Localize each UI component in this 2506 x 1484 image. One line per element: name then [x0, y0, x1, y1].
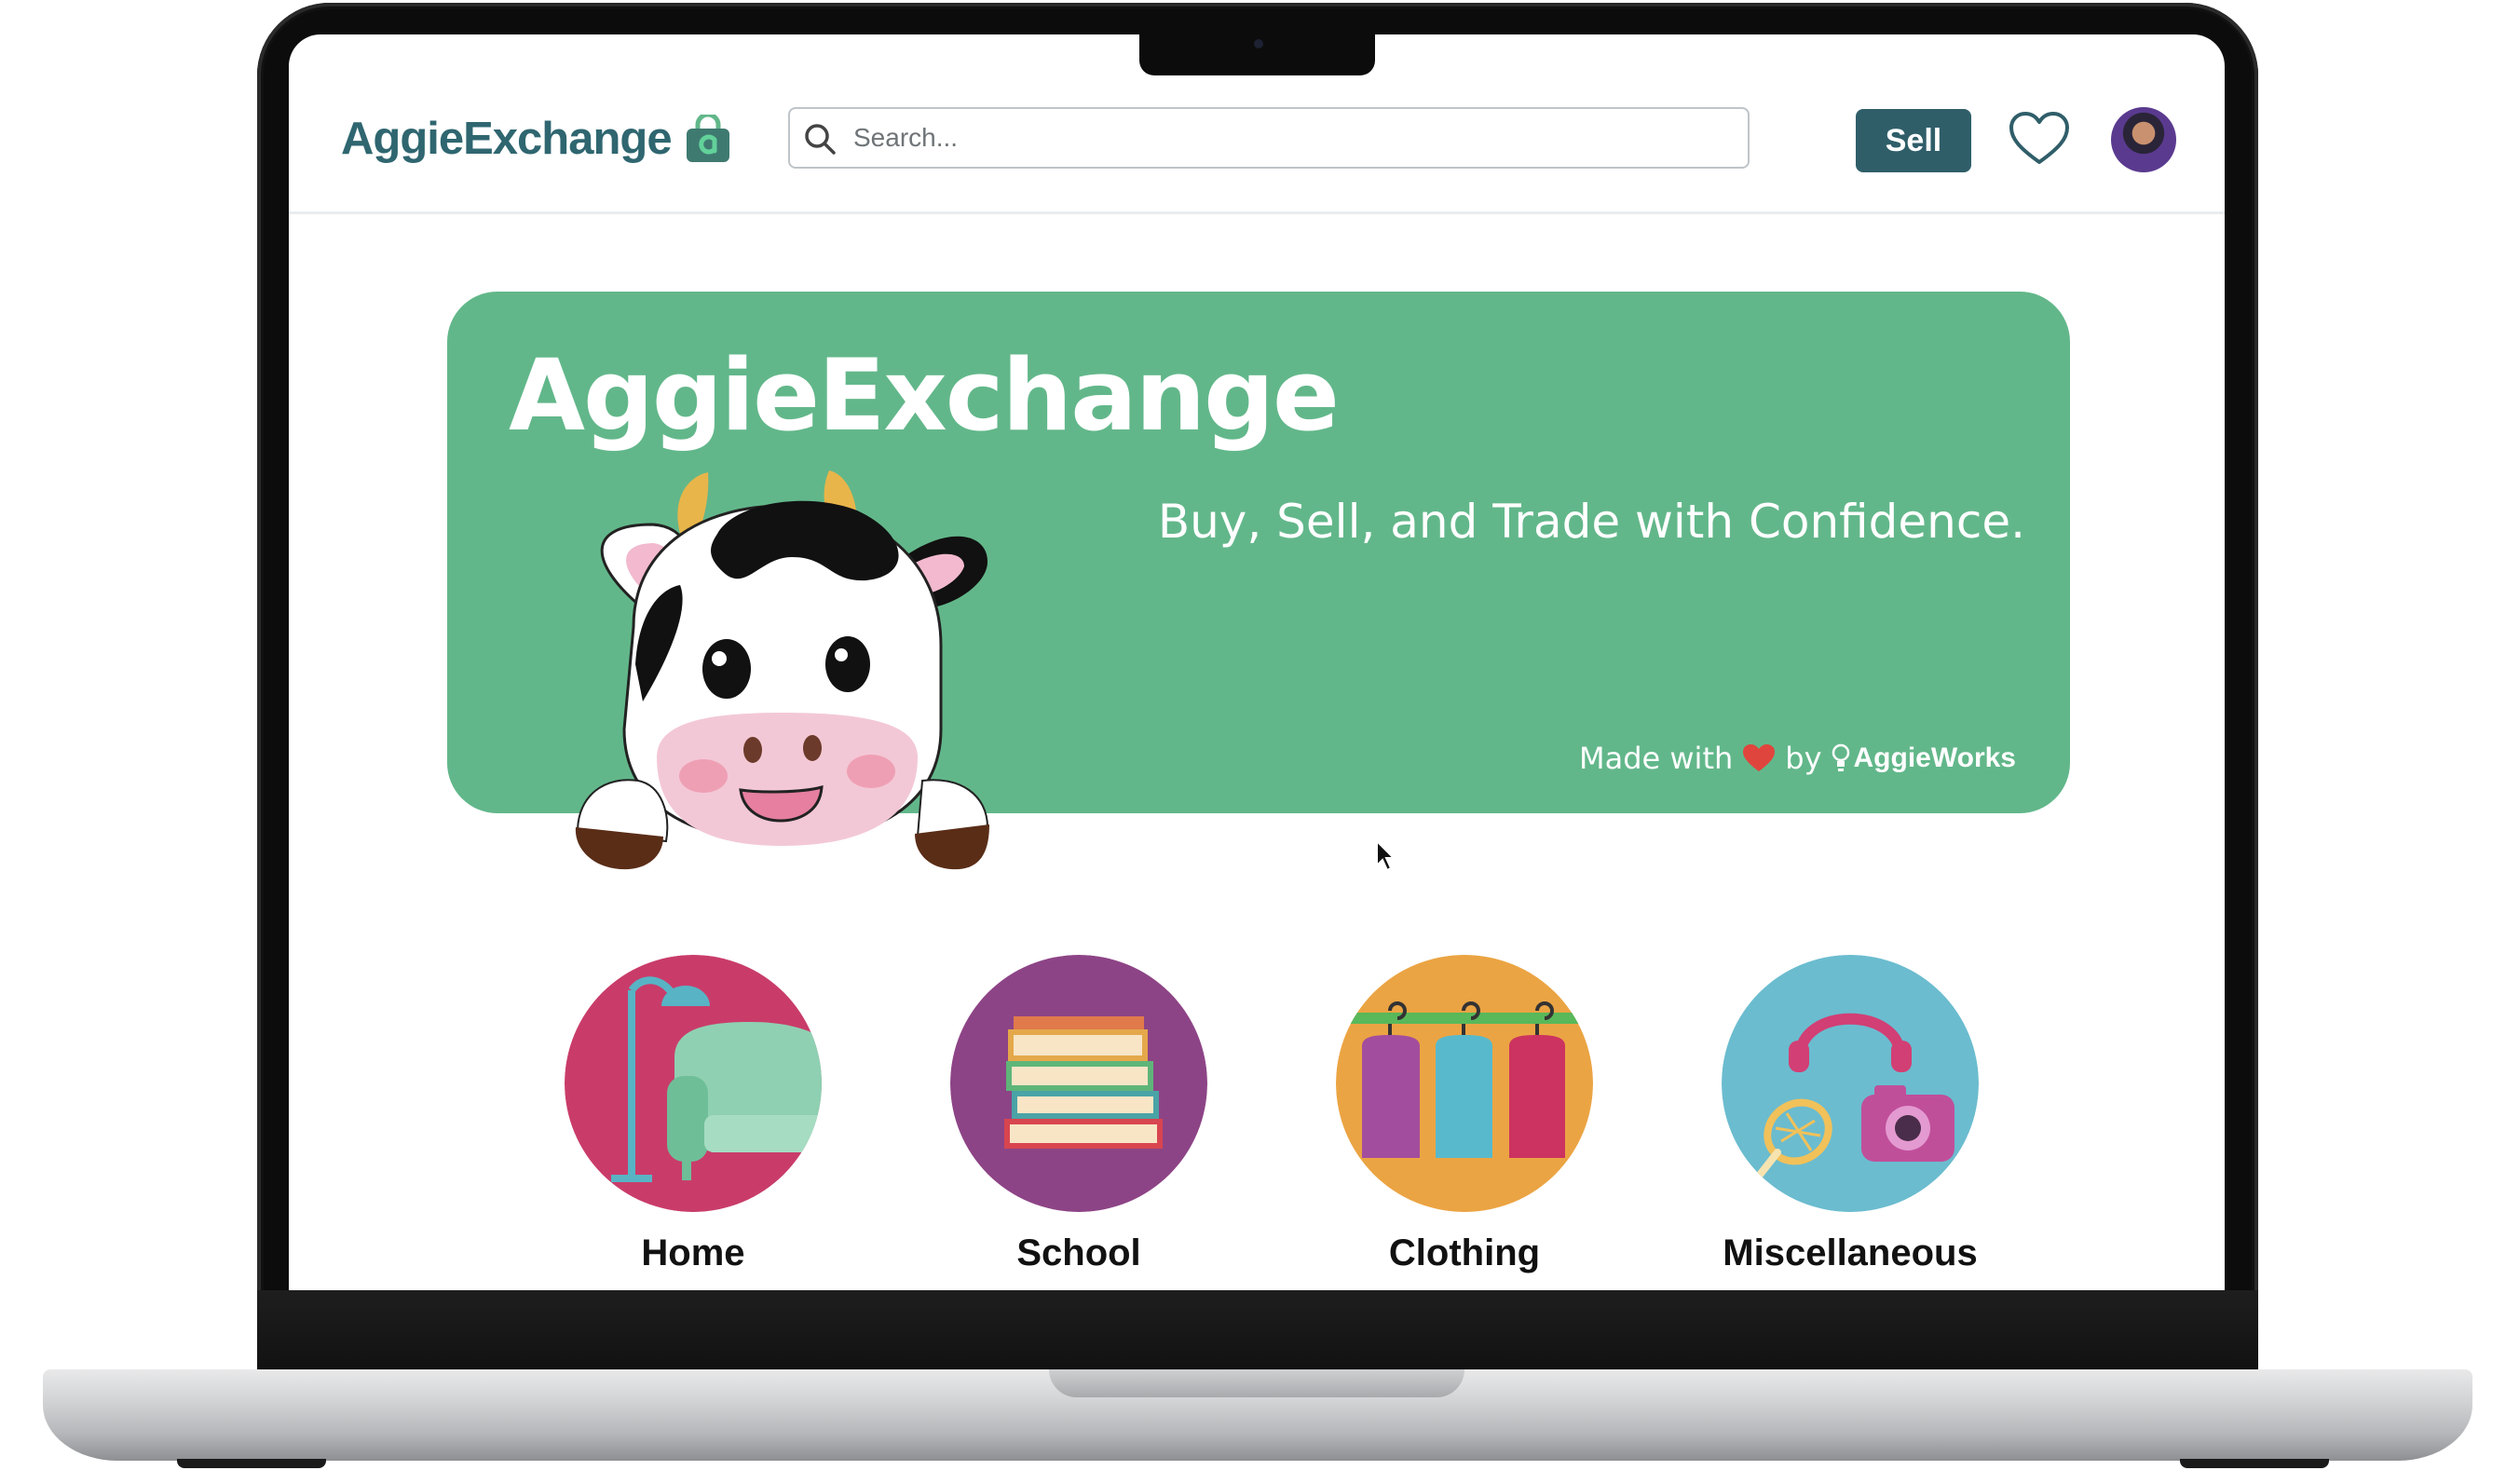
credit-brand-link[interactable]: AggieWorks	[1832, 742, 2016, 774]
camera-notch	[1139, 31, 1375, 75]
webcam	[1254, 39, 1263, 48]
user-avatar[interactable]	[2111, 107, 2176, 172]
cursor-icon	[1376, 839, 1396, 872]
laptop-base-notch	[1049, 1369, 1464, 1397]
category-miscellaneous-label: Miscellaneous	[1723, 1232, 1978, 1273]
heart-icon[interactable]	[2009, 111, 2070, 167]
logo-text: AggieExchange	[341, 114, 673, 164]
laptop-foot-left	[177, 1459, 326, 1468]
hero-credit: Made with by AggieWorks	[1579, 741, 2016, 776]
category-school-image	[950, 955, 1207, 1212]
category-miscellaneous-image	[1722, 955, 1979, 1212]
laptop-foot-right	[2180, 1459, 2329, 1468]
category-home[interactable]: Home	[553, 955, 833, 1274]
category-clothing-image	[1336, 955, 1593, 1212]
cow-mascot-illustration	[575, 470, 989, 870]
credit-prefix: Made with	[1578, 741, 1734, 776]
screen: AggieExchange Sell AggieExchange Buy, Se…	[289, 34, 2225, 1290]
category-miscellaneous[interactable]: Miscellaneous	[1710, 955, 1990, 1274]
category-row: Home School Clothing Miscellaneous	[289, 955, 2225, 1290]
category-home-label: Home	[641, 1232, 745, 1273]
search-input[interactable]	[851, 122, 1694, 154]
hero-tagline: Buy, Sell, and Trade with Confidence.	[1157, 495, 2025, 549]
category-school[interactable]: School	[939, 955, 1219, 1274]
credit-by: by	[1785, 741, 1822, 776]
category-school-label: School	[1016, 1232, 1141, 1273]
heart-emoji-icon	[1743, 744, 1776, 771]
category-clothing-label: Clothing	[1388, 1232, 1541, 1273]
credit-brand-text: AggieWorks	[1853, 742, 2016, 773]
bag-logo-icon	[686, 115, 729, 162]
site-logo[interactable]: AggieExchange	[341, 113, 731, 165]
lightbulb-icon	[1832, 743, 1849, 771]
laptop-chin	[257, 1290, 2258, 1374]
category-clothing[interactable]: Clothing	[1325, 955, 1604, 1274]
sell-button[interactable]: Sell	[1856, 109, 1971, 172]
search-icon	[805, 124, 836, 155]
category-home-image	[565, 955, 822, 1212]
hero-title: AggieExchange	[509, 338, 1340, 453]
search-bar[interactable]	[788, 107, 1750, 169]
